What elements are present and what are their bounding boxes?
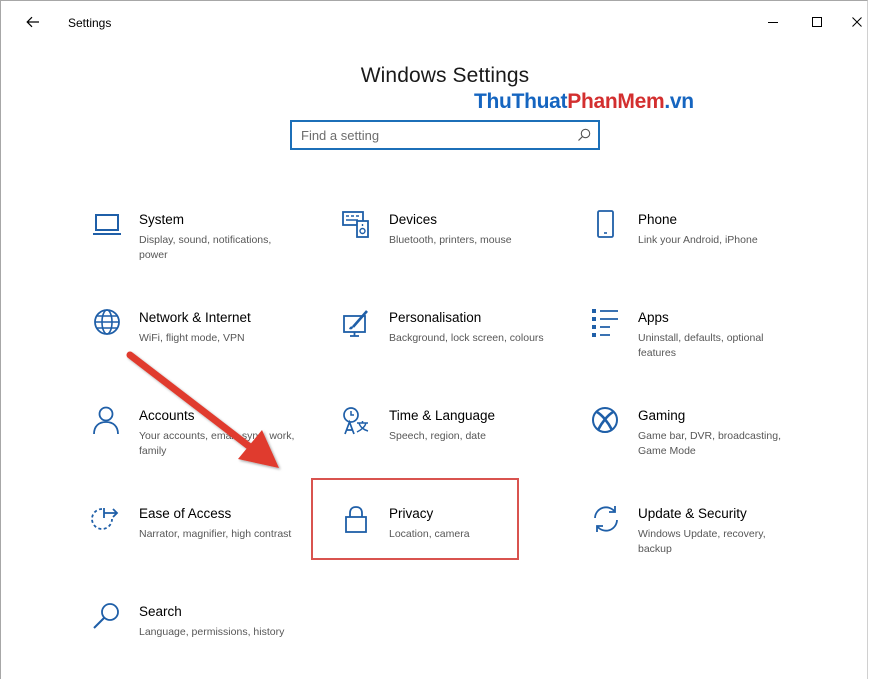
tile-description: Narrator, magnifier, high contrast [139,528,292,540]
tile-phone[interactable]: Phone Link your Android, iPhone [590,210,820,280]
search-box[interactable] [290,120,600,150]
tile-title: Gaming [638,408,686,423]
tile-title: Time & Language [389,408,496,423]
tile-title: Ease of Access [139,506,232,521]
app-title: Settings [68,16,112,30]
tile-time-language[interactable]: Time & Language Speech, region, date [341,406,571,476]
tile-description: Your accounts, email, sync, work, family [139,430,295,457]
minimize-icon [768,22,778,23]
tile-personalisation[interactable]: Personalisation Background, lock screen,… [341,308,571,378]
person-icon [93,406,119,435]
time-language-icon [343,407,369,435]
tile-title: Search [139,604,182,619]
tile-devices[interactable]: Devices Bluetooth, printers, mouse [341,210,571,280]
title-bar: Settings [0,0,870,44]
maximize-icon [812,17,822,27]
back-arrow-icon [26,16,39,28]
tile-ease-of-access[interactable]: Ease of Access Narrator, magnifier, high… [91,504,321,574]
tile-description: WiFi, flight mode, VPN [139,332,245,344]
tile-apps[interactable]: Apps Uninstall, defaults, optional featu… [590,308,820,378]
tile-title: Privacy [389,506,434,521]
tile-accounts[interactable]: Accounts Your accounts, email, sync, wor… [91,406,321,476]
phone-icon [597,210,614,238]
tile-network-internet[interactable]: Network & Internet WiFi, flight mode, VP… [91,308,321,378]
search-icon [93,603,119,629]
tile-update-security[interactable]: Update & Security Windows Update, recove… [590,504,820,574]
laptop-icon [93,214,121,235]
tile-privacy[interactable]: Privacy Location, camera [341,504,571,574]
tile-title: Phone [638,212,678,227]
tile-title: Accounts [139,408,195,423]
tile-gaming[interactable]: Gaming Game bar, DVR, broadcasting, Game… [590,406,820,476]
tile-description: Bluetooth, printers, mouse [389,234,512,246]
tile-title: Update & Security [638,506,747,521]
lock-icon [345,506,367,533]
page-title: Windows Settings [360,64,530,87]
search-icon[interactable] [576,127,592,143]
back-button[interactable] [18,8,48,36]
tile-system[interactable]: System Display, sound, notifications, po… [91,210,321,280]
watermark-logo: ThuThuatPhanMem.vn [474,90,694,113]
paintbrush-icon [343,310,368,337]
ease-of-access-icon [91,508,119,530]
sync-arrows-icon [594,506,618,532]
globe-icon [94,309,120,335]
tile-title: Apps [638,310,669,325]
maximize-button[interactable] [800,8,834,36]
tile-search[interactable]: Search Language, permissions, history [91,602,321,672]
search-input[interactable] [292,122,571,148]
tile-description: Speech, region, date [389,430,486,442]
xbox-icon [592,407,618,433]
tile-description: Uninstall, defaults, optional features [638,332,764,359]
tile-description: Language, permissions, history [139,626,285,638]
close-icon [852,17,862,27]
tile-title: System [139,212,185,227]
tile-description: Background, lock screen, colours [389,332,544,344]
tile-description: Location, camera [389,528,470,540]
tile-description: Link your Android, iPhone [638,234,758,246]
tile-description: Windows Update, recovery, backup [638,528,766,555]
tile-title: Devices [389,212,438,227]
devices-icon [342,211,369,238]
tile-title: Network & Internet [139,310,251,325]
tile-title: Personalisation [389,310,482,325]
close-button[interactable] [840,8,870,36]
apps-list-icon [592,309,618,337]
minimize-button[interactable] [756,8,790,36]
tile-description: Display, sound, notifications, power [139,234,272,261]
tile-description: Game bar, DVR, broadcasting, Game Mode [638,430,781,457]
